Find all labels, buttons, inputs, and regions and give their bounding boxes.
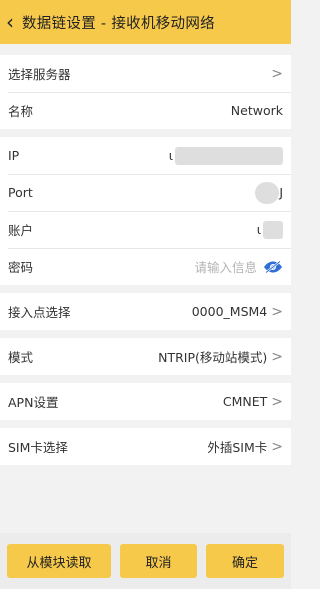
ip-redacted xyxy=(175,146,283,165)
select-server-row[interactable]: 选择服务器 > xyxy=(0,55,291,92)
port-value: J xyxy=(279,185,283,200)
sim-label: SIM卡选择 xyxy=(8,440,68,455)
sim-value: 外插SIM卡 xyxy=(207,440,268,455)
connection-group: IP ι Port J 账户 ι 密码 请输入信息 xyxy=(0,137,291,285)
mode-row[interactable]: 模式 NTRIP(移动站模式) > xyxy=(0,338,291,375)
port-row[interactable]: Port J xyxy=(0,174,291,211)
cancel-button[interactable]: 取消 xyxy=(120,544,197,578)
chevron-left-icon[interactable]: ‹ xyxy=(6,12,20,32)
sim-group: SIM卡选择 外插SIM卡 > xyxy=(0,428,291,465)
ip-row[interactable]: IP ι xyxy=(0,137,291,174)
sim-row[interactable]: SIM卡选择 外插SIM卡 > xyxy=(0,428,291,465)
port-label: Port xyxy=(8,185,33,200)
page-title: 数据链设置 - 接收机移动网络 xyxy=(22,15,215,32)
mode-value: NTRIP(移动站模式) xyxy=(158,350,268,365)
password-label: 密码 xyxy=(8,260,34,275)
ip-label: IP xyxy=(8,148,20,163)
mode-label: 模式 xyxy=(8,350,34,365)
select-server-label: 选择服务器 xyxy=(8,67,71,82)
password-input[interactable]: 请输入信息 xyxy=(194,257,257,276)
apn-value: CMNET xyxy=(222,394,268,409)
mountpoint-row[interactable]: 接入点选择 0000_MSM4 > xyxy=(0,293,291,330)
server-group: 选择服务器 > 名称 Network xyxy=(0,55,291,129)
name-row[interactable]: 名称 Network xyxy=(0,92,291,129)
chevron-right-icon: > xyxy=(271,438,283,455)
account-redacted xyxy=(263,220,283,239)
mountpoint-value: 0000_MSM4 xyxy=(191,304,268,319)
apn-row[interactable]: APN设置 CMNET > xyxy=(0,383,291,420)
name-value: Network xyxy=(230,103,283,118)
title-bar: ‹ 数据链设置 - 接收机移动网络 xyxy=(0,0,291,44)
port-redacted xyxy=(255,181,280,204)
name-label: 名称 xyxy=(8,104,34,119)
read-from-module-button[interactable]: 从模块读取 xyxy=(7,544,111,578)
mountpoint-group: 接入点选择 0000_MSM4 > xyxy=(0,293,291,330)
chevron-right-icon: > xyxy=(271,65,283,82)
mountpoint-label: 接入点选择 xyxy=(8,305,71,320)
account-value: ι xyxy=(256,222,261,237)
ip-value: ι xyxy=(168,148,173,163)
password-row[interactable]: 密码 请输入信息 xyxy=(0,248,291,285)
apn-group: APN设置 CMNET > xyxy=(0,383,291,420)
settings-list: 选择服务器 > 名称 Network IP ι Port J 账户 ι 密码 请… xyxy=(0,55,291,495)
account-label: 账户 xyxy=(8,223,34,238)
chevron-right-icon: > xyxy=(271,393,283,410)
mode-group: 模式 NTRIP(移动站模式) > xyxy=(0,338,291,375)
chevron-right-icon: > xyxy=(271,348,283,365)
apn-label: APN设置 xyxy=(8,395,59,410)
chevron-right-icon: > xyxy=(271,303,283,320)
eye-hidden-icon[interactable] xyxy=(263,260,283,273)
confirm-button[interactable]: 确定 xyxy=(206,544,284,578)
action-bar: 从模块读取 取消 确定 xyxy=(0,533,291,589)
account-row[interactable]: 账户 ι xyxy=(0,211,291,248)
